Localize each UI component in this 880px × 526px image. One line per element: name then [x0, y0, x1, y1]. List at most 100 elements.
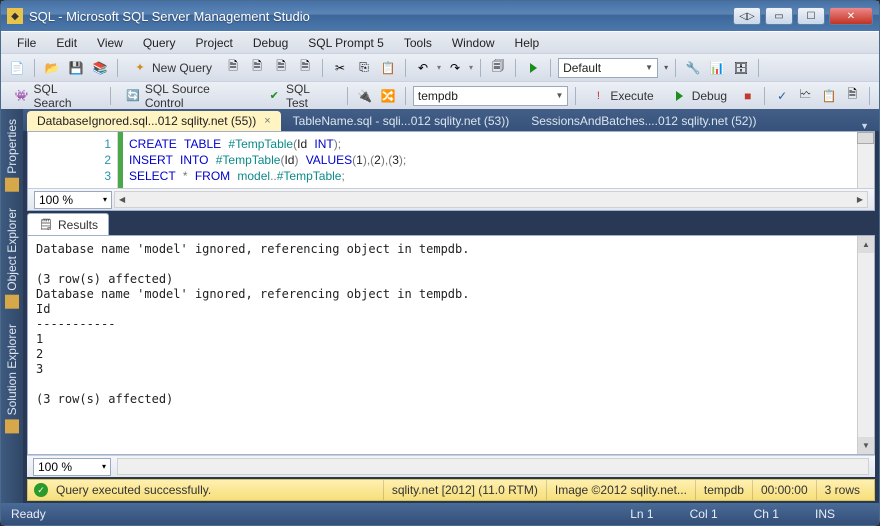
document-tabs: DatabaseIgnored.sql...012 sqlity.net (55… — [23, 109, 879, 131]
menu-sqlprompt[interactable]: SQL Prompt 5 — [300, 34, 392, 52]
chevron-down-icon: ▾ — [102, 462, 106, 471]
separator — [869, 87, 870, 105]
menu-bar: File Edit View Query Project Debug SQL P… — [1, 31, 879, 53]
paste-icon[interactable]: 📋 — [378, 58, 398, 78]
rail-tab-solution-explorer[interactable]: Solution Explorer — [3, 320, 21, 437]
line-number: 2 — [28, 152, 111, 168]
sql-test-label: SQL Test — [286, 82, 333, 110]
code-area[interactable]: CREATE TABLE #TempTable(Id INT); INSERT … — [123, 132, 857, 188]
redo-icon[interactable]: ↷ — [445, 58, 465, 78]
execute-button[interactable]: ! Execute — [583, 85, 660, 107]
save-all-icon[interactable]: 📚 — [90, 58, 110, 78]
rail-label: Properties — [5, 119, 19, 174]
change-connection-icon[interactable]: 🔀 — [379, 86, 398, 106]
nav-back-icon[interactable]: 🗐 — [488, 58, 508, 78]
maximize-button[interactable]: ☐ — [797, 7, 825, 25]
app-icon: ◆ — [7, 8, 23, 24]
chevron-down-icon: ▼ — [645, 63, 653, 72]
menu-tools[interactable]: Tools — [396, 34, 440, 52]
sql-test-button[interactable]: ✔ SQL Test — [259, 85, 340, 107]
new-project-icon[interactable]: 📄 — [7, 58, 27, 78]
status-message: Query executed successfully. — [56, 483, 211, 497]
query-status-bar: ✓ Query executed successfully. sqlity.ne… — [27, 479, 875, 501]
results-hscroll[interactable] — [117, 458, 869, 475]
new-query-label: New Query — [152, 61, 212, 75]
results-zoom-bar: 100 % ▾ — [27, 455, 875, 477]
display-plan-icon[interactable]: 🗠 — [796, 86, 815, 106]
minimize-button[interactable]: ▭ — [765, 7, 793, 25]
copy-icon[interactable]: ⎘ — [354, 58, 374, 78]
connect-icon[interactable]: 🔌 — [355, 86, 374, 106]
results-tab-label: Results — [58, 218, 98, 232]
stop-icon[interactable]: ■ — [738, 86, 757, 106]
start-icon[interactable] — [523, 58, 543, 78]
menu-window[interactable]: Window — [444, 34, 503, 52]
dmx-query-icon[interactable]: 🗎 — [271, 58, 291, 78]
status-ln: Ln 1 — [612, 507, 671, 521]
debug-button[interactable]: Debug — [665, 85, 734, 107]
line-number: 1 — [28, 136, 111, 152]
execute-label: Execute — [610, 89, 653, 103]
menu-query[interactable]: Query — [135, 34, 184, 52]
zoom-combo[interactable]: 100 % ▾ — [34, 191, 112, 209]
menu-view[interactable]: View — [89, 34, 131, 52]
solution-config-combo[interactable]: Default ▼ — [558, 58, 658, 78]
query-options-icon[interactable]: 📋 — [819, 86, 838, 106]
tab-overflow-icon[interactable]: ▼ — [854, 121, 875, 131]
activity-icon[interactable]: 📊 — [707, 58, 727, 78]
rail-tab-properties[interactable]: Properties — [3, 115, 21, 196]
results-text[interactable]: Database name 'model' ignored, referenci… — [28, 236, 857, 454]
help-button-icon[interactable]: ◁▷ — [733, 7, 761, 25]
config-dropdown-icon[interactable]: ▾ — [664, 63, 668, 72]
registered-servers-icon[interactable]: 🗄 — [731, 58, 751, 78]
sql-source-control-button[interactable]: 🔄 SQL Source Control — [118, 85, 255, 107]
close-button[interactable]: ✕ — [829, 7, 873, 25]
solution-explorer-icon — [5, 420, 19, 434]
intellisense-icon[interactable]: 🗎 — [843, 86, 862, 106]
xmla-query-icon[interactable]: 🗎 — [295, 58, 315, 78]
save-icon[interactable]: 💾 — [66, 58, 86, 78]
sql-search-button[interactable]: 👾 SQL Search — [7, 85, 103, 107]
separator — [480, 59, 481, 77]
scroll-right-icon[interactable]: ▶ — [853, 195, 867, 204]
debug-icon — [672, 88, 688, 104]
editor-hscroll[interactable]: ◀ ▶ — [114, 191, 868, 208]
db-engine-query-icon[interactable]: 🗎 — [223, 58, 243, 78]
line-number: 3 — [28, 168, 111, 184]
database-combo[interactable]: tempdb ▼ — [413, 86, 569, 106]
editor-zoom-bar: 100 % ▾ ◀ ▶ — [28, 188, 874, 210]
results-zoom-combo[interactable]: 100 % ▾ — [33, 458, 111, 476]
open-icon[interactable]: 📂 — [42, 58, 62, 78]
cut-icon[interactable]: ✂ — [330, 58, 350, 78]
doc-tab-label: DatabaseIgnored.sql...012 sqlity.net (55… — [37, 114, 256, 128]
menu-project[interactable]: Project — [188, 34, 241, 52]
redo-dropdown-icon[interactable]: ▾ — [469, 63, 473, 72]
doc-tab[interactable]: TableName.sql - sqli...012 sqlity.net (5… — [283, 111, 520, 131]
doc-tab-active[interactable]: DatabaseIgnored.sql...012 sqlity.net (55… — [27, 111, 281, 131]
menu-help[interactable]: Help — [507, 34, 548, 52]
scroll-left-icon[interactable]: ◀ — [115, 195, 129, 204]
line-gutter: 1 2 3 — [28, 132, 118, 188]
rail-tab-object-explorer[interactable]: Object Explorer — [3, 204, 21, 313]
parse-icon[interactable]: ✓ — [772, 86, 791, 106]
results-tab[interactable]: 🗒 Results — [27, 213, 109, 235]
split-box-icon[interactable] — [857, 132, 874, 144]
results-vscroll[interactable]: ▲ ▼ — [857, 236, 874, 454]
menu-file[interactable]: File — [9, 34, 44, 52]
scroll-down-icon[interactable]: ▼ — [858, 437, 874, 454]
new-query-button[interactable]: ✦ New Query — [125, 57, 219, 79]
status-server: sqlity.net [2012] (11.0 RTM) — [383, 480, 546, 500]
toolbar-main: 📄 📂 💾 📚 ✦ New Query 🗎 🗎 🗎 🗎 ✂ ⎘ 📋 ↶ ▾ ↷ … — [1, 53, 879, 81]
editor-vscroll[interactable] — [857, 132, 874, 188]
undo-dropdown-icon[interactable]: ▾ — [437, 63, 441, 72]
menu-debug[interactable]: Debug — [245, 34, 296, 52]
find-icon[interactable]: 🔧 — [683, 58, 703, 78]
doc-tab[interactable]: SessionsAndBatches....012 sqlity.net (52… — [521, 111, 766, 131]
scroll-up-icon[interactable]: ▲ — [858, 236, 874, 253]
undo-icon[interactable]: ↶ — [413, 58, 433, 78]
mdx-query-icon[interactable]: 🗎 — [247, 58, 267, 78]
status-col: Col 1 — [672, 507, 736, 521]
menu-edit[interactable]: Edit — [48, 34, 85, 52]
close-tab-icon[interactable]: × — [264, 115, 270, 127]
separator — [34, 59, 35, 77]
